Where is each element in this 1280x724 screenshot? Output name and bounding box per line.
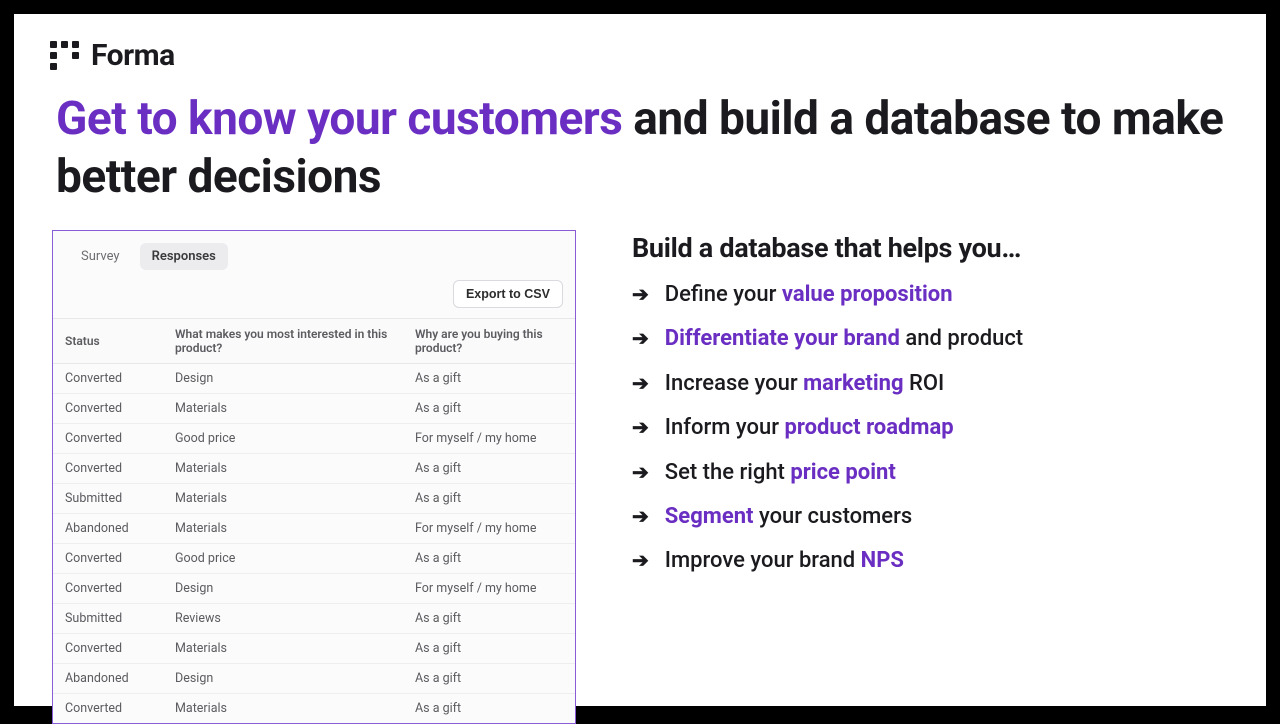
table-row: AbandonedMaterialsFor myself / my home xyxy=(53,514,575,544)
benefit-item: ➔ Segment your customers xyxy=(632,504,1228,530)
responses-table: Status What makes you most interested in… xyxy=(53,318,575,723)
arrow-icon: ➔ xyxy=(632,282,649,306)
col-header-q2: Why are you buying this product? xyxy=(403,319,575,364)
table-row: ConvertedDesignFor myself / my home xyxy=(53,574,575,604)
table-row: ConvertedMaterialsAs a gift xyxy=(53,394,575,424)
benefit-item: ➔ Define your value proposition xyxy=(632,282,1228,308)
cell-status: Converted xyxy=(53,424,163,454)
cell-q1: Good price xyxy=(163,424,403,454)
arrow-icon: ➔ xyxy=(632,504,649,528)
brand-mark-icon xyxy=(50,41,79,70)
table-row: AbandonedDesignAs a gift xyxy=(53,664,575,694)
benefit-text: Improve your brand NPS xyxy=(665,548,904,574)
cell-q2: For myself / my home xyxy=(403,424,575,454)
headline-accent: Get to know your customers xyxy=(56,92,622,146)
cell-q2: For myself / my home xyxy=(403,514,575,544)
export-csv-button[interactable]: Export to CSV xyxy=(453,280,563,308)
benefit-item: ➔ Inform your product roadmap xyxy=(632,415,1228,441)
benefit-item: ➔ Improve your brand NPS xyxy=(632,548,1228,574)
col-header-status: Status xyxy=(53,319,163,364)
benefit-item: ➔ Increase your marketing ROI xyxy=(632,371,1228,397)
cell-q2: As a gift xyxy=(403,544,575,574)
cell-status: Converted xyxy=(53,544,163,574)
table-row: ConvertedMaterialsAs a gift xyxy=(53,454,575,484)
col-header-q1: What makes you most interested in this p… xyxy=(163,319,403,364)
cell-q1: Materials xyxy=(163,514,403,544)
cell-q2: As a gift xyxy=(403,454,575,484)
cell-status: Converted xyxy=(53,694,163,724)
responses-panel: Survey Responses Export to CSV Status Wh… xyxy=(52,230,576,724)
cell-q2: As a gift xyxy=(403,364,575,394)
page-headline: Get to know your customers and build a d… xyxy=(56,91,1224,206)
cell-q1: Materials xyxy=(163,394,403,424)
cell-status: Submitted xyxy=(53,604,163,634)
cell-q1: Design xyxy=(163,364,403,394)
cell-q1: Materials xyxy=(163,634,403,664)
table-row: SubmittedReviewsAs a gift xyxy=(53,604,575,634)
benefit-item: ➔ Set the right price point xyxy=(632,460,1228,486)
benefit-text: Segment your customers xyxy=(665,504,912,530)
arrow-icon: ➔ xyxy=(632,460,649,484)
cell-status: Submitted xyxy=(53,484,163,514)
brand-logo: Forma xyxy=(50,38,1230,73)
panel-tabs: Survey Responses xyxy=(53,243,575,280)
cell-q2: As a gift xyxy=(403,394,575,424)
benefit-item: ➔ Differentiate your brand and product xyxy=(632,326,1228,352)
brand-name: Forma xyxy=(91,38,175,73)
cell-q2: As a gift xyxy=(403,604,575,634)
arrow-icon: ➔ xyxy=(632,371,649,395)
cell-q1: Design xyxy=(163,664,403,694)
cell-q2: As a gift xyxy=(403,484,575,514)
table-row: ConvertedGood priceFor myself / my home xyxy=(53,424,575,454)
benefits-section: Build a database that helps you… ➔ Define… xyxy=(632,230,1228,593)
cell-q1: Good price xyxy=(163,544,403,574)
arrow-icon: ➔ xyxy=(632,548,649,572)
cell-q1: Materials xyxy=(163,694,403,724)
cell-status: Converted xyxy=(53,364,163,394)
cell-status: Converted xyxy=(53,394,163,424)
benefits-heading: Build a database that helps you… xyxy=(632,232,1228,264)
cell-status: Converted xyxy=(53,574,163,604)
cell-status: Converted xyxy=(53,454,163,484)
benefit-text: Set the right price point xyxy=(665,460,896,486)
benefit-text: Increase your marketing ROI xyxy=(665,371,945,397)
cell-status: Abandoned xyxy=(53,664,163,694)
table-row: ConvertedMaterialsAs a gift xyxy=(53,694,575,724)
responses-tbody: ConvertedDesignAs a giftConvertedMateria… xyxy=(53,364,575,724)
table-row: ConvertedGood priceAs a gift xyxy=(53,544,575,574)
slide: Forma Get to know your customers and bui… xyxy=(14,14,1266,706)
cell-status: Abandoned xyxy=(53,514,163,544)
tab-responses[interactable]: Responses xyxy=(140,243,228,270)
tab-survey[interactable]: Survey xyxy=(69,243,132,270)
cell-q1: Design xyxy=(163,574,403,604)
cell-q2: As a gift xyxy=(403,664,575,694)
cell-q1: Materials xyxy=(163,484,403,514)
benefit-text: Inform your product roadmap xyxy=(665,415,954,441)
cell-status: Converted xyxy=(53,634,163,664)
cell-q2: As a gift xyxy=(403,694,575,724)
cell-q2: For myself / my home xyxy=(403,574,575,604)
benefits-list: ➔ Define your value proposition ➔ Different… xyxy=(632,282,1228,575)
arrow-icon: ➔ xyxy=(632,326,649,350)
benefit-text: Differentiate your brand and product xyxy=(665,326,1023,352)
cell-q1: Materials xyxy=(163,454,403,484)
table-row: ConvertedDesignAs a gift xyxy=(53,364,575,394)
table-row: SubmittedMaterialsAs a gift xyxy=(53,484,575,514)
cell-q2: As a gift xyxy=(403,634,575,664)
cell-q1: Reviews xyxy=(163,604,403,634)
benefit-text: Define your value proposition xyxy=(665,282,953,308)
arrow-icon: ➔ xyxy=(632,415,649,439)
table-row: ConvertedMaterialsAs a gift xyxy=(53,634,575,664)
